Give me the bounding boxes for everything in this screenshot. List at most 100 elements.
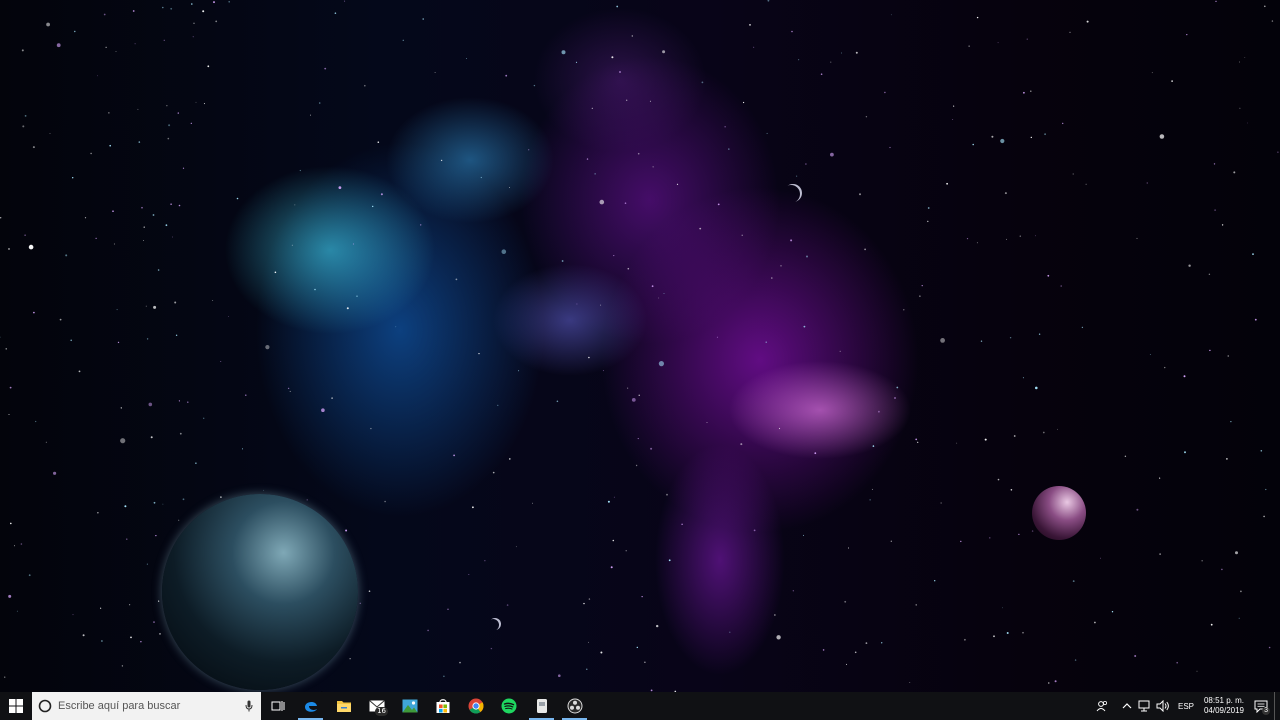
star	[771, 277, 773, 279]
star	[1038, 333, 1041, 335]
star	[509, 187, 510, 188]
star	[878, 410, 880, 413]
star	[662, 50, 666, 54]
star	[650, 447, 653, 450]
star	[132, 10, 135, 12]
star	[1252, 253, 1254, 256]
star	[528, 149, 530, 151]
star	[1159, 553, 1161, 555]
star	[803, 325, 806, 328]
star	[1026, 38, 1028, 40]
taskbar-edge[interactable]	[294, 692, 327, 720]
star	[1060, 285, 1062, 287]
star	[656, 624, 659, 628]
star	[699, 227, 702, 230]
star	[191, 3, 193, 5]
taskbar-file-explorer[interactable]	[327, 692, 360, 720]
star	[8, 414, 10, 415]
crescent-moon	[784, 184, 802, 202]
star	[644, 661, 646, 663]
star	[976, 242, 978, 244]
star	[168, 124, 171, 127]
star	[619, 71, 621, 73]
star	[776, 635, 781, 640]
search-box[interactable]: Escribe aquí para buscar	[32, 692, 261, 720]
taskbar-mail[interactable]: 16	[360, 692, 393, 720]
star	[1081, 326, 1084, 329]
action-center-button[interactable]: 3	[1248, 692, 1274, 720]
star	[753, 46, 755, 48]
star	[162, 503, 164, 505]
star	[178, 204, 181, 207]
star	[497, 404, 499, 406]
star	[740, 443, 743, 446]
star	[182, 498, 185, 501]
star	[952, 119, 954, 120]
star	[1054, 680, 1057, 683]
star	[1002, 607, 1003, 609]
taskbar-app[interactable]	[525, 692, 558, 720]
star	[561, 260, 564, 262]
star	[109, 144, 111, 147]
input-language[interactable]: ESP	[1178, 702, 1194, 711]
tray-people[interactable]	[1094, 692, 1110, 720]
star	[636, 646, 638, 649]
star	[8, 248, 10, 250]
star	[213, 1, 215, 4]
star	[368, 590, 371, 592]
star	[927, 207, 930, 209]
tray-volume[interactable]	[1155, 692, 1171, 720]
tray-network[interactable]	[1137, 692, 1153, 720]
taskbar-obs[interactable]	[558, 692, 591, 720]
taskbar-store[interactable]	[426, 692, 459, 720]
star	[822, 649, 825, 651]
star	[165, 224, 168, 227]
star	[1239, 107, 1241, 109]
star	[4, 676, 6, 678]
star	[195, 101, 197, 103]
star	[805, 163, 807, 165]
star	[780, 265, 782, 267]
star	[1213, 163, 1216, 165]
microphone-icon[interactable]	[245, 700, 253, 712]
star	[1227, 355, 1229, 357]
star	[306, 499, 308, 501]
clock-date: 04/09/2019	[1203, 706, 1245, 715]
taskbar-photos[interactable]	[393, 692, 426, 720]
tray-show-hidden[interactable]	[1119, 692, 1135, 720]
taskbar-spotify[interactable]	[492, 692, 525, 720]
star	[141, 206, 143, 209]
star	[871, 488, 873, 490]
network-icon	[1138, 700, 1150, 712]
star	[1214, 209, 1216, 211]
star	[74, 30, 76, 33]
star	[509, 458, 511, 460]
star	[359, 602, 361, 604]
star	[803, 534, 804, 536]
show-desktop-button[interactable]	[1274, 692, 1280, 720]
star	[1047, 274, 1050, 277]
clock[interactable]: 08:51 p. m. 04/09/2019	[1200, 696, 1248, 716]
search-placeholder: Escribe aquí para buscar	[58, 700, 181, 712]
task-view-button[interactable]	[261, 692, 294, 720]
star	[588, 598, 591, 600]
star	[179, 432, 182, 435]
star	[611, 56, 614, 59]
star	[117, 341, 120, 344]
star	[146, 338, 149, 340]
star	[728, 148, 730, 150]
star	[447, 608, 449, 610]
star	[70, 339, 72, 342]
star	[638, 394, 640, 396]
star	[865, 642, 868, 644]
star	[1233, 171, 1236, 174]
star	[1208, 273, 1211, 275]
star	[101, 640, 103, 642]
taskbar-chrome[interactable]	[459, 692, 492, 720]
star	[839, 350, 841, 352]
start-button[interactable]	[0, 692, 32, 720]
star	[468, 574, 470, 575]
star	[178, 400, 180, 402]
star	[588, 641, 589, 643]
star	[124, 505, 127, 508]
